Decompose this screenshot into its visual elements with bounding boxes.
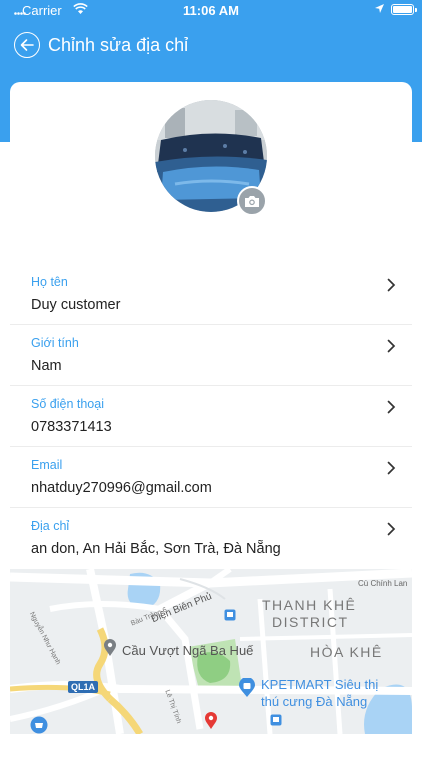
bus-stop-icon bbox=[224, 609, 236, 621]
field-row-gender[interactable]: Giới tính Nam bbox=[10, 325, 412, 386]
field-label: Email bbox=[31, 458, 63, 472]
battery-icon bbox=[391, 4, 417, 15]
shop-icon bbox=[30, 716, 48, 734]
field-label: Giới tính bbox=[31, 336, 79, 350]
field-row-phone[interactable]: Số điện thoại 0783371413 bbox=[10, 386, 412, 447]
field-value: an don, An Hải Bắc, Sơn Trà, Đà Nẵng bbox=[31, 541, 281, 557]
map-pin-icon bbox=[104, 639, 116, 656]
field-value: Duy customer bbox=[31, 297, 121, 313]
field-value: Nam bbox=[31, 358, 62, 374]
map-district-label: THANH KHÊ bbox=[262, 597, 357, 613]
location-marker-icon bbox=[205, 712, 217, 729]
page-title: Chỉnh sửa địa chỉ bbox=[48, 34, 189, 55]
status-bar: Carrier 11:06 AM bbox=[0, 0, 422, 22]
back-button[interactable] bbox=[14, 32, 40, 58]
field-label: Số điện thoại bbox=[31, 397, 104, 411]
camera-icon bbox=[245, 195, 259, 207]
map-poi-label: Cầu Vượt Ngã Ba Huế bbox=[122, 643, 254, 658]
map-poi-label: thú cưng Đà Nẵng bbox=[261, 694, 368, 709]
map-street-label: Cù Chính Lan bbox=[358, 579, 408, 588]
field-row-name[interactable]: Họ tên Duy customer bbox=[10, 264, 412, 325]
map-ward-label: HÒA KHÊ bbox=[310, 644, 383, 660]
change-avatar-button[interactable] bbox=[237, 186, 267, 216]
chevron-right-icon bbox=[387, 461, 396, 475]
map-district-label: DISTRICT bbox=[272, 614, 349, 630]
field-label: Họ tên bbox=[31, 275, 68, 289]
nav-bar: Chỉnh sửa địa chỉ bbox=[14, 32, 188, 58]
profile-fields: Họ tên Duy customer Giới tính Nam Số điệ… bbox=[10, 264, 412, 569]
field-value: nhatduy270996@gmail.com bbox=[31, 480, 212, 496]
chevron-right-icon bbox=[387, 278, 396, 292]
road-badge: QL1A bbox=[68, 681, 99, 693]
field-label: Địa chỉ bbox=[31, 519, 70, 533]
arrow-left-icon bbox=[20, 39, 34, 51]
shopping-bag-icon bbox=[239, 678, 255, 697]
field-row-address[interactable]: Địa chỉ an don, An Hải Bắc, Sơn Trà, Đà … bbox=[10, 508, 412, 569]
field-value: 0783371413 bbox=[31, 419, 112, 435]
profile-card: Họ tên Duy customer Giới tính Nam Số điệ… bbox=[10, 82, 412, 762]
location-arrow-icon bbox=[375, 4, 384, 13]
chevron-right-icon bbox=[387, 400, 396, 414]
clock: 11:06 AM bbox=[183, 3, 239, 18]
map-view[interactable]: Cù Chính Lan Điện Biên Phủ Bàu Trảng 6 N… bbox=[10, 569, 412, 734]
map-poi-label: KPETMART Siêu thị bbox=[261, 677, 379, 692]
field-row-email[interactable]: Email nhatduy270996@gmail.com bbox=[10, 447, 412, 508]
bus-stop-icon bbox=[270, 714, 282, 726]
chevron-right-icon bbox=[387, 339, 396, 353]
chevron-right-icon bbox=[387, 522, 396, 536]
